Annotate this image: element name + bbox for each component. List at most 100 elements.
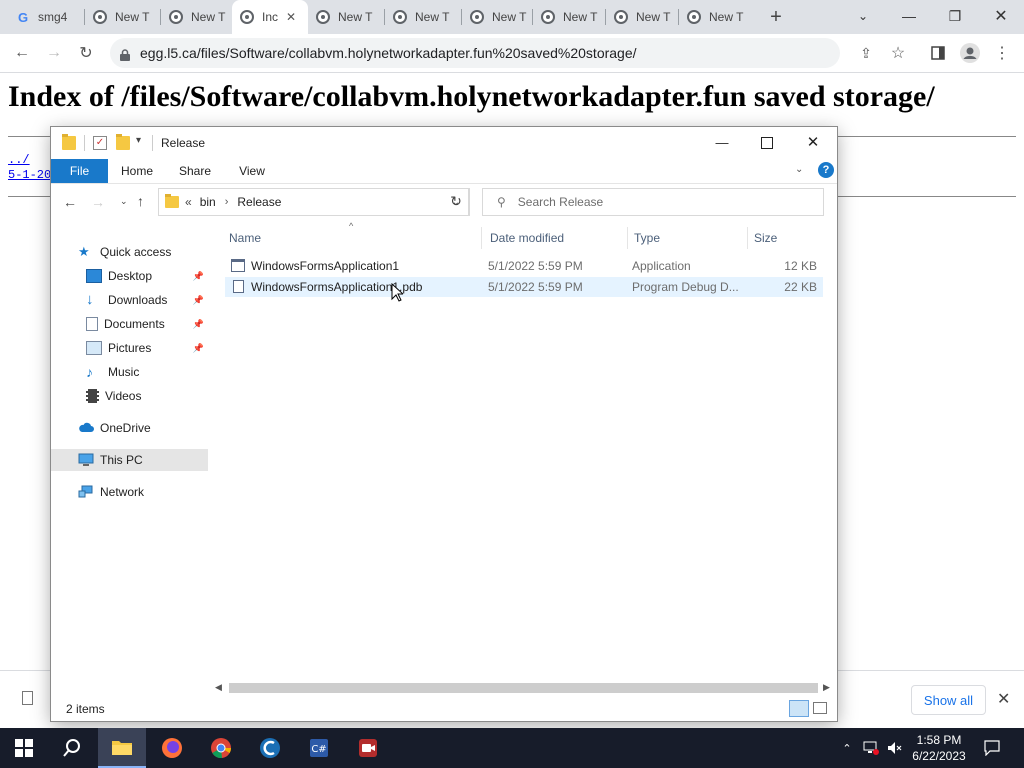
tab-file[interactable]: File — [51, 159, 108, 183]
pin-icon[interactable]: 📌 — [193, 343, 204, 354]
properties-icon[interactable]: ✓ — [93, 136, 107, 150]
maximize-button[interactable] — [744, 131, 790, 155]
pin-icon[interactable]: 📌 — [193, 271, 204, 282]
share-icon[interactable]: ⇪ — [852, 40, 880, 66]
nav-music[interactable]: ♪ Music — [51, 361, 208, 383]
help-icon[interactable]: ? — [818, 162, 834, 178]
nav-videos[interactable]: Videos — [51, 385, 208, 407]
address-bar[interactable]: egg.l5.ca/files/Software/collabvm.holyne… — [110, 38, 840, 68]
reload-button[interactable]: ↻ — [72, 40, 100, 66]
nav-quick-access[interactable]: ★ Quick access — [51, 241, 208, 263]
chrome-icon — [93, 10, 107, 24]
mouse-cursor-icon — [391, 282, 405, 305]
close-window-button[interactable]: ✕ — [978, 0, 1024, 32]
file-row[interactable]: WindowsFormsApplication1 5/1/2022 5:59 P… — [225, 256, 823, 276]
recent-locations-icon[interactable]: ⌄ — [120, 196, 128, 207]
back-arrow-icon[interactable]: ← — [63, 194, 77, 210]
minimize-button[interactable]: — — [699, 131, 745, 155]
chrome-icon — [316, 10, 330, 24]
side-panel-icon[interactable] — [924, 40, 952, 66]
close-download-bar-icon[interactable]: ✕ — [997, 689, 1010, 709]
svg-text:C#: C# — [311, 744, 326, 755]
breadcrumb-release[interactable]: Release — [237, 195, 281, 209]
tab-home[interactable]: Home — [111, 159, 163, 183]
close-tab-icon[interactable]: ✕ — [286, 10, 296, 24]
search-input[interactable]: ⚲ Search Release — [482, 188, 824, 216]
tab-new-tab[interactable]: New T — [606, 0, 679, 34]
tab-new-tab[interactable]: New T — [385, 0, 462, 34]
back-button[interactable]: ← — [8, 40, 36, 66]
nav-onedrive[interactable]: OneDrive — [51, 417, 208, 439]
scroll-right-icon[interactable]: ▶ — [823, 682, 830, 693]
recorder-icon[interactable] — [344, 728, 392, 768]
up-arrow-icon[interactable]: ↑ — [137, 193, 144, 209]
start-icon[interactable] — [0, 728, 48, 768]
file-explorer-icon[interactable] — [98, 728, 146, 768]
customize-toolbar-icon[interactable]: ▾ — [136, 135, 141, 146]
expand-ribbon-icon[interactable]: ⌄ — [795, 164, 803, 175]
menu-kebab-icon[interactable]: ⋮ — [988, 40, 1016, 66]
videos-icon — [86, 389, 99, 403]
forward-button[interactable]: → — [40, 40, 68, 66]
code-icon[interactable]: C# — [295, 728, 343, 768]
tab-share[interactable]: Share — [169, 159, 221, 183]
tab-new-tab[interactable]: New T — [679, 0, 752, 34]
nav-network[interactable]: Network — [51, 481, 208, 503]
tab-smg4[interactable]: G smg4 — [8, 0, 85, 34]
restore-button[interactable]: ❐ — [932, 0, 978, 32]
column-header-type[interactable]: Type — [628, 227, 748, 249]
search-icon[interactable] — [48, 728, 96, 768]
horizontal-scrollbar[interactable]: ◀ ▶ — [213, 681, 833, 695]
forward-arrow-icon[interactable]: → — [91, 194, 105, 210]
chrome-icon[interactable] — [197, 728, 245, 768]
chrome-icon — [687, 10, 701, 24]
profile-avatar[interactable] — [956, 40, 984, 66]
minimize-button[interactable]: — — [886, 0, 932, 32]
clock-date: 6/22/2023 — [912, 749, 966, 763]
new-tab-button[interactable]: + — [765, 7, 787, 27]
breadcrumb-bin[interactable]: bin — [200, 195, 216, 209]
nav-desktop[interactable]: Desktop 📌 — [51, 265, 208, 287]
tab-new-tab[interactable]: New T — [533, 0, 606, 34]
ccleaner-icon[interactable] — [246, 728, 294, 768]
tab-new-tab[interactable]: New T — [308, 0, 385, 34]
tab-search-button[interactable]: ⌄ — [840, 0, 886, 32]
clock[interactable]: 1:58 PM 6/22/2023 — [906, 728, 972, 768]
overflow-chevron-icon[interactable]: « — [185, 195, 192, 209]
pin-icon[interactable]: 📌 — [193, 295, 204, 306]
tab-label: New T — [338, 10, 373, 24]
show-hidden-icons-button[interactable]: ⌃ — [838, 728, 856, 768]
tab-view[interactable]: View — [226, 159, 278, 183]
parent-directory-link[interactable]: ../ — [8, 153, 30, 167]
pin-icon[interactable]: 📌 — [193, 319, 204, 330]
browser-toolbar: ← → ↻ egg.l5.ca/files/Software/collabvm.… — [0, 34, 1024, 73]
column-header-size[interactable]: Size — [748, 227, 829, 249]
nav-pictures[interactable]: Pictures 📌 — [51, 337, 208, 359]
details-view-icon[interactable] — [789, 700, 809, 717]
column-header-name[interactable]: Name — [223, 227, 482, 249]
close-button[interactable]: ✕ — [790, 131, 836, 155]
volume-muted-icon[interactable] — [884, 728, 906, 768]
explorer-address-bar[interactable]: « bin › Release ⌄ — [158, 188, 469, 216]
network-status-icon[interactable] — [860, 728, 882, 768]
bookmark-star-icon[interactable]: ☆ — [884, 40, 912, 66]
new-folder-icon[interactable] — [116, 134, 130, 150]
large-icons-view-icon[interactable] — [813, 702, 827, 714]
show-all-button[interactable]: Show all — [911, 685, 986, 715]
notifications-icon[interactable] — [980, 728, 1004, 768]
nav-documents[interactable]: Documents 📌 — [51, 313, 208, 335]
file-link[interactable]: 5-1-20 — [8, 168, 51, 182]
column-header-date[interactable]: Date modified — [484, 227, 628, 249]
scroll-left-icon[interactable]: ◀ — [215, 682, 222, 693]
file-row[interactable]: WindowsFormsApplication1.pdb 5/1/2022 5:… — [225, 277, 823, 297]
tab-new-tab[interactable]: New T — [161, 0, 232, 34]
nav-downloads[interactable]: ↓ Downloads 📌 — [51, 289, 208, 311]
scrollbar-thumb[interactable] — [229, 683, 818, 693]
firefox-icon[interactable] — [148, 728, 196, 768]
refresh-icon[interactable]: ↻ — [445, 193, 467, 211]
tab-new-tab[interactable]: New T — [462, 0, 533, 34]
nav-this-pc[interactable]: This PC — [51, 449, 208, 471]
tab-index-active[interactable]: Inc ✕ — [232, 0, 308, 34]
tab-new-tab[interactable]: New T — [85, 0, 161, 34]
pictures-icon — [86, 341, 102, 355]
